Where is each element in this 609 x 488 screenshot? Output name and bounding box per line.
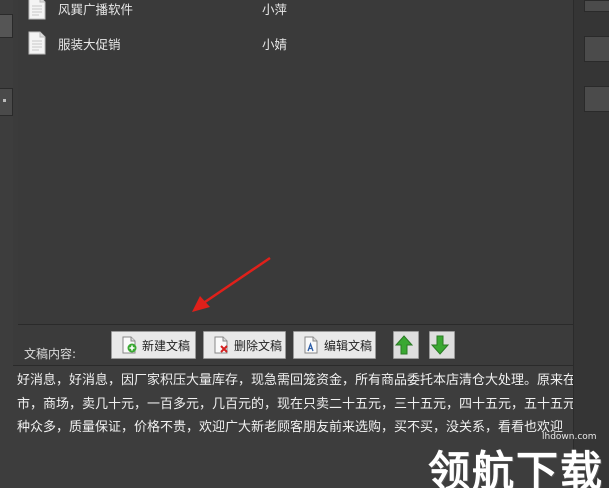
right-panel-tab[interactable] (584, 0, 609, 12)
annotation-arrow-icon (192, 256, 271, 312)
edit-document-icon (304, 336, 318, 354)
move-up-button[interactable] (393, 331, 419, 359)
content-label: 文稿内容: (24, 347, 77, 361)
edit-document-button[interactable]: 编辑文稿 (293, 331, 376, 359)
left-panel-edge (0, 0, 13, 488)
delete-document-button[interactable]: 删除文稿 (203, 331, 286, 359)
left-panel-tab[interactable] (0, 88, 13, 116)
delete-document-label: 删除文稿 (234, 338, 283, 353)
right-panel-tab[interactable] (584, 36, 609, 62)
document-icon (28, 0, 46, 20)
file-author: 小萍 (262, 2, 288, 17)
move-down-button[interactable] (429, 331, 455, 359)
content-line: 种众多，质量保证，价格不贵，欢迎广大新老顾客朋友前来选购，买不买，没关系，看看也… (17, 420, 564, 435)
delete-document-icon (214, 336, 228, 354)
arrow-down-icon (431, 335, 449, 355)
edit-document-label: 编辑文稿 (324, 338, 373, 353)
right-panel-tab[interactable] (584, 86, 609, 112)
file-list: 风巽广播软件 小萍 服装大促销 小婧 (18, 0, 573, 325)
left-panel-tab[interactable] (0, 14, 13, 38)
right-panel-edge (573, 0, 609, 488)
app-window: 风巽广播软件 小萍 服装大促销 小婧 文稿内容: 新建文稿 删除文稿 编辑文稿 … (0, 0, 609, 488)
new-document-label: 新建文稿 (142, 338, 191, 353)
new-document-icon (122, 336, 137, 354)
document-icon (28, 31, 46, 55)
bullet-icon (3, 99, 6, 102)
list-item[interactable]: 风巽广播软件 小萍 (18, 0, 573, 28)
content-line: 好消息，好消息，因厂家积压大量库存，现急需回笼资金，所有商品委托本店清仓大处理。… (17, 373, 573, 388)
list-item[interactable]: 服装大促销 小婧 (18, 31, 573, 63)
file-name: 风巽广播软件 (58, 2, 134, 17)
watermark-text: 领航下载 (428, 447, 605, 488)
content-line: 市，商场，卖几十元，一百多元，几百元的，现在只卖二十五元，三十五元，四十五元，五… (17, 396, 573, 412)
new-document-button[interactable]: 新建文稿 (111, 331, 196, 359)
arrow-up-icon (395, 335, 413, 355)
file-name: 服装大促销 (58, 37, 121, 52)
file-author: 小婧 (262, 37, 288, 52)
